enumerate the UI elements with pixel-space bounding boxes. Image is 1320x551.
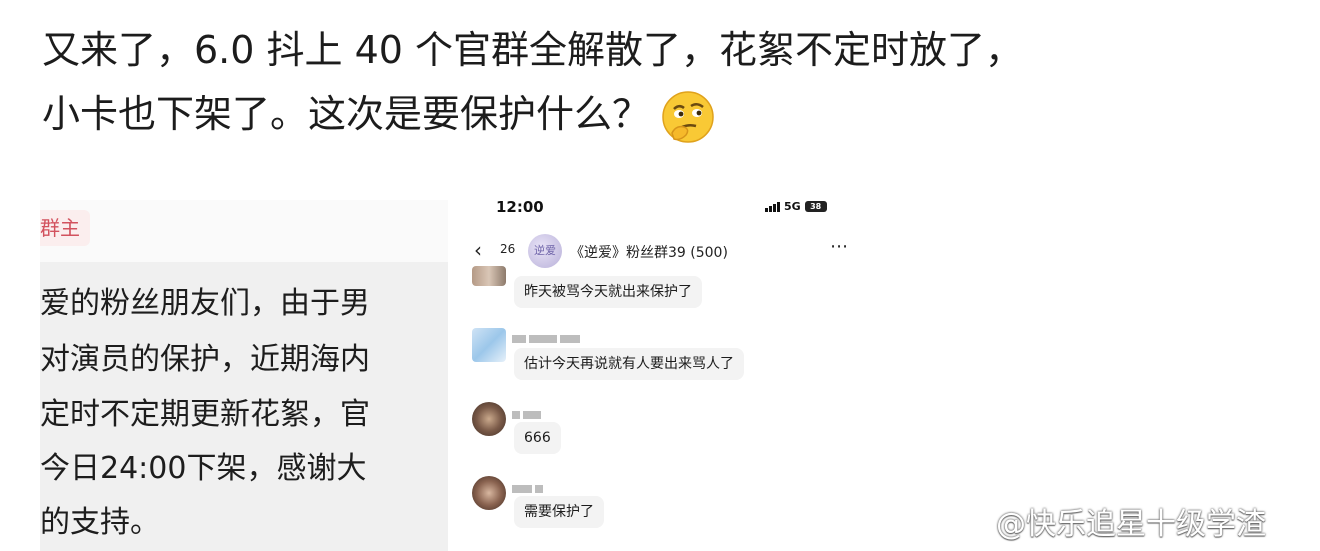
chat-message: 666 [462,398,872,458]
chat-header: ‹ 26 逆爱 《逆爱》粉丝群39 (500) ⋯ [462,234,872,268]
weibo-logo-icon [944,501,990,541]
status-bar: 12:00 5G 38 [462,198,872,220]
status-time: 12:00 [496,198,544,216]
message-bubble: 昨天被骂今天就出来保护了 [514,276,702,308]
group-owner-tag: 群主 [40,210,90,246]
group-notice: 爱的粉丝朋友们，由于男 对演员的保护，近期海内 定时不定期更新花絮，官 今日24… [40,262,448,551]
watermark-text: @快乐追星十级学渣 [996,507,1266,542]
watermark: @快乐追星十级学渣 [944,499,1266,543]
nickname [512,328,583,343]
avatar[interactable] [472,402,506,436]
post-text: 又来了，6.0 抖上 40 个官群全解散了，花絮不定时放了， 小卡也下架了。这次… [42,18,1292,146]
avatar[interactable] [472,266,506,286]
post-line-2-text: 小卡也下架了。这次是要保护什么？ [42,92,651,136]
nickname [512,404,544,419]
chat-message: 昨天被骂今天就出来保护了 [462,266,872,316]
more-options-icon[interactable]: ⋯ [830,236,849,257]
avatar[interactable] [472,476,506,510]
post-line-1: 又来了，6.0 抖上 40 个官群全解散了，花絮不定时放了， [42,28,1024,72]
group-name: 《逆爱》粉丝群39 (500) [570,245,728,261]
notice-line: 爱的粉丝朋友们，由于男 [40,286,370,321]
unread-count: 26 [500,242,516,256]
notice-line: 今日24:00下架，感谢大 [40,451,367,486]
status-indicators: 5G 38 [765,200,827,213]
message-bubble: 666 [514,422,561,454]
avatar[interactable] [472,328,506,362]
notice-line: 对演员的保护，近期海内 [40,342,370,377]
message-bubble: 估计今天再说就有人要出来骂人了 [514,348,744,380]
group-avatar[interactable]: 逆爱 [528,234,562,268]
chat-message: 需要保护了 [462,472,872,532]
network-label: 5G [784,200,801,213]
nickname [512,478,546,493]
chat-message: 估计今天再说就有人要出来骂人了 [462,324,872,384]
signal-icon [765,201,780,212]
thinking-face-icon [660,89,716,145]
message-bubble: 需要保护了 [514,496,604,528]
notice-line: 的支持。 [40,505,160,540]
battery-icon: 38 [804,201,827,212]
group-notice-screenshot: 群主 爱的粉丝朋友们，由于男 对演员的保护，近期海内 定时不定期更新花絮，官 今… [40,200,448,551]
post-line-2: 小卡也下架了。这次是要保护什么？ [42,82,1292,146]
notice-line: 定时不定期更新花絮，官 [40,397,370,432]
back-button[interactable]: ‹ [474,238,482,262]
group-chat-screenshot: 12:00 5G 38 ‹ 26 逆爱 《逆爱》粉丝群39 (500) ⋯ 昨天… [462,184,872,551]
